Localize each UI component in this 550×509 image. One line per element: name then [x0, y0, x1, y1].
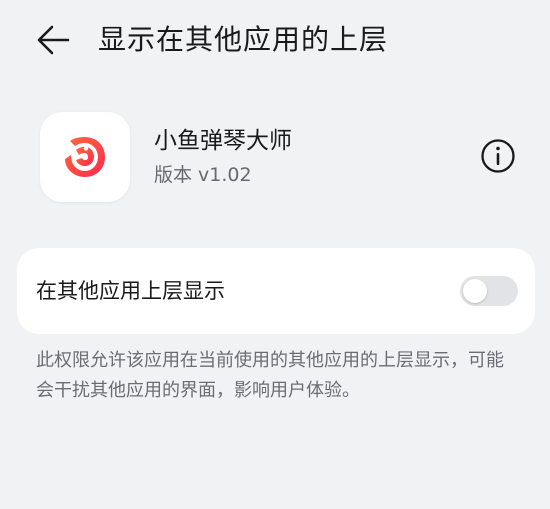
info-icon [481, 139, 515, 173]
permission-description: 此权限允许该应用在当前使用的其他应用的上层显示，可能会干扰其他应用的界面，影响用… [36, 350, 504, 401]
overlay-permission-card: 在其他应用上层显示 [17, 248, 535, 334]
overlay-permission-label: 在其他应用上层显示 [36, 279, 225, 303]
app-info: 小鱼弹琴大师 版本 v1.02 [0, 106, 550, 206]
toggle-knob [463, 279, 487, 303]
header: 显示在其他应用的上层 [0, 0, 550, 84]
page-title: 显示在其他应用的上层 [98, 23, 389, 56]
back-arrow-icon [37, 25, 70, 55]
app-name: 小鱼弹琴大师 [154, 128, 292, 154]
fish-logo-icon [65, 137, 105, 177]
info-button[interactable] [480, 138, 516, 174]
back-button[interactable] [34, 22, 74, 58]
app-version: 版本 v1.02 [154, 164, 252, 186]
overlay-permission-toggle[interactable] [460, 276, 518, 306]
app-icon [40, 112, 130, 202]
